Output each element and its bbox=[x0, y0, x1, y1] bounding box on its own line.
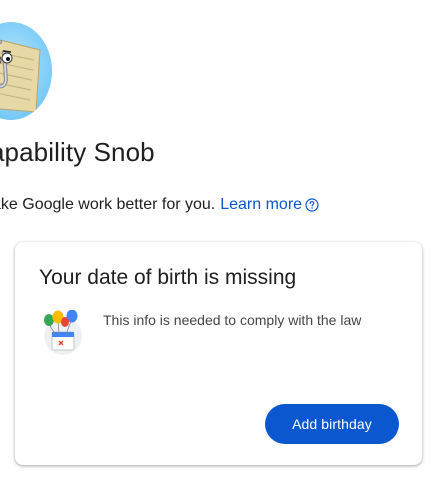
birthday-balloons-icon bbox=[41, 309, 85, 356]
card-title: Your date of birth is missing bbox=[39, 266, 297, 289]
add-birthday-button[interactable]: Add birthday bbox=[265, 404, 399, 444]
birthday-card: Your date of birth is missing This info … bbox=[15, 242, 422, 465]
profile-name: apability Snob bbox=[0, 137, 155, 167]
learn-more-link[interactable]: Learn more bbox=[220, 196, 302, 214]
clippy-avatar-icon bbox=[0, 22, 52, 120]
help-circle-icon[interactable] bbox=[305, 198, 319, 212]
page: apability Snob ake Google work better fo… bbox=[0, 0, 435, 482]
card-body-text: This info is needed to comply with the l… bbox=[103, 312, 362, 328]
profile-avatar[interactable] bbox=[0, 22, 52, 120]
subtitle: ake Google work better for you. Learn mo… bbox=[0, 196, 319, 214]
subtitle-text: ake Google work better for you. bbox=[0, 196, 216, 213]
